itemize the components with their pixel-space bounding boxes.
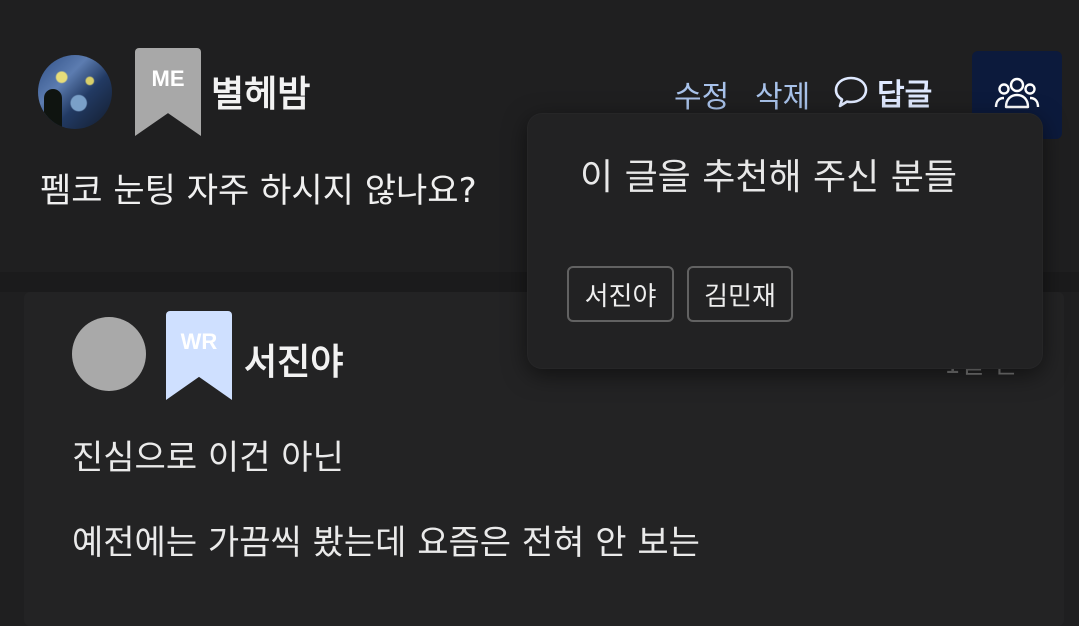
reply-label: 답글 — [877, 78, 933, 113]
avatar[interactable] — [72, 317, 146, 391]
reply-text-line: 예전에는 가끔씩 봤는데 요즘은 전혀 안 보는 — [72, 523, 700, 563]
comment-text: 펨코 눈팅 자주 하시지 않나요? — [40, 171, 477, 211]
edit-button[interactable]: 수정 — [674, 72, 729, 116]
people-group-icon — [994, 74, 1040, 116]
reply-author[interactable]: 서진야 — [244, 333, 343, 385]
delete-button[interactable]: 삭제 — [755, 72, 810, 116]
reply-text-line: 진심으로 이건 아닌 — [72, 438, 344, 478]
popover-title: 이 글을 추천해 주신 분들 — [580, 157, 957, 198]
me-badge: ME — [135, 48, 201, 136]
avatar[interactable] — [38, 55, 112, 129]
recommender-chip[interactable]: 김민재 — [687, 266, 793, 322]
reply-button[interactable]: 답글 — [833, 70, 932, 114]
recommender-chip[interactable]: 서진야 — [567, 266, 674, 322]
speech-bubble-icon — [833, 75, 869, 109]
recommenders-popover: 이 글을 추천해 주신 분들 서진야 김민재 — [528, 114, 1042, 368]
comment-author[interactable]: 별헤밤 — [211, 65, 310, 117]
comment-thread: ME 별헤밤 수정 삭제 답글 펨코 눈팅 자주 하시지 않나요? WR 서진야… — [0, 0, 1079, 626]
